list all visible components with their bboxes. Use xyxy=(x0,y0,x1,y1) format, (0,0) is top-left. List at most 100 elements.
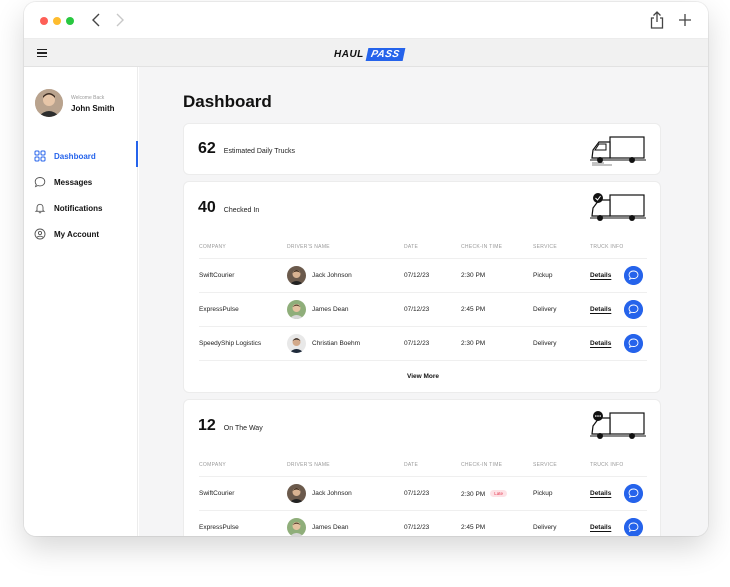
details-link[interactable]: Details xyxy=(590,524,611,531)
sidebar-item-label: Notifications xyxy=(54,203,103,213)
time-cell: 2:30 PM xyxy=(461,340,486,347)
company-cell: ExpressPulse xyxy=(199,524,239,531)
on-the-way-count: 12 xyxy=(198,417,216,434)
company-cell: SwiftCourier xyxy=(199,272,235,279)
column-header: TRUCK INFO xyxy=(590,244,624,250)
column-header: DATE xyxy=(404,244,419,250)
date-cell: 07/12/23 xyxy=(404,340,430,347)
share-icon[interactable] xyxy=(649,11,665,29)
truck-icon xyxy=(590,136,646,166)
estimated-stat: 62 Estimated Daily Trucks xyxy=(198,140,295,158)
service-cell: Pickup xyxy=(533,490,553,497)
new-tab-icon[interactable] xyxy=(677,12,693,28)
chevron-left-icon[interactable] xyxy=(90,12,104,28)
column-header: CHECK-IN TIME xyxy=(461,462,503,468)
time-cell: 2:30 PM xyxy=(461,491,486,498)
time-cell: 2:45 PM xyxy=(461,524,486,531)
sidebar-item-my-account[interactable]: My Account xyxy=(34,226,138,242)
date-cell: 07/12/23 xyxy=(404,524,430,531)
logo-part-2: PASS xyxy=(365,47,405,61)
sidebar-item-label: Messages xyxy=(54,177,93,187)
table-row: ExpressPulse James Dean 07/12/23 2:45 PM… xyxy=(199,292,647,326)
table-row: SpeedyShip Logistics Christian Boehm 07/… xyxy=(199,326,647,360)
details-link[interactable]: Details xyxy=(590,272,611,279)
details-link[interactable]: Details xyxy=(590,306,611,313)
user-name: John Smith xyxy=(71,104,115,113)
minimize-window-button[interactable] xyxy=(53,17,61,25)
chat-icon[interactable] xyxy=(624,334,643,353)
sidebar-item-label: My Account xyxy=(54,229,100,239)
date-cell: 07/12/23 xyxy=(404,306,430,313)
welcome-text: Welcome Back xyxy=(71,95,105,101)
browser-window: HAUL PASS Welcome Back John Smith Dashbo… xyxy=(24,2,708,536)
driver-name: Jack Johnson xyxy=(312,490,352,497)
column-header: SERVICE xyxy=(533,462,557,468)
column-header: DATE xyxy=(404,462,419,468)
logo-part-1: HAUL xyxy=(334,48,364,60)
sidebar-item-label: Dashboard xyxy=(54,151,96,161)
date-cell: 07/12/23 xyxy=(404,490,430,497)
bell-icon xyxy=(34,203,46,214)
details-link[interactable]: Details xyxy=(590,340,611,347)
company-cell: SwiftCourier xyxy=(199,490,235,497)
column-header: CHECK-IN TIME xyxy=(461,244,503,250)
column-header: DRIVER'S NAME xyxy=(287,462,330,468)
driver-name: Christian Boehm xyxy=(312,340,361,347)
chat-icon[interactable] xyxy=(624,266,643,285)
service-cell: Delivery xyxy=(533,306,557,313)
time-cell: 2:30 PM xyxy=(461,272,486,279)
company-cell: SpeedyShip Logistics xyxy=(199,340,262,347)
checked-in-stat: 40 Checked In xyxy=(198,199,259,217)
page-title: Dashboard xyxy=(183,92,272,111)
column-header: DRIVER'S NAME xyxy=(287,244,330,250)
driver-name: Jack Johnson xyxy=(312,272,352,279)
chat-icon[interactable] xyxy=(624,484,643,503)
service-cell: Pickup xyxy=(533,272,553,279)
chat-icon[interactable] xyxy=(624,300,643,319)
details-link[interactable]: Details xyxy=(590,490,611,497)
haulpass-logo[interactable]: HAUL PASS xyxy=(334,47,405,61)
estimated-trucks-card: 62 Estimated Daily Trucks xyxy=(183,123,661,175)
column-header: COMPANY xyxy=(199,244,227,250)
estimated-count: 62 xyxy=(198,140,216,157)
sidebar-item-dashboard[interactable]: Dashboard xyxy=(34,148,138,164)
table-divider xyxy=(199,360,647,361)
on-the-way-stat: 12 On The Way xyxy=(198,417,263,435)
grid-icon xyxy=(34,150,46,162)
chat-icon[interactable] xyxy=(624,518,643,536)
checked-in-caption: Checked In xyxy=(223,207,260,214)
menu-icon[interactable] xyxy=(37,49,47,57)
title-bar xyxy=(24,2,708,39)
truck-waiting-icon xyxy=(590,411,646,439)
active-indicator xyxy=(136,141,138,167)
on-the-way-caption: On The Way xyxy=(223,425,263,432)
service-cell: Delivery xyxy=(533,340,557,347)
service-cell: Delivery xyxy=(533,524,557,531)
avatar[interactable] xyxy=(35,89,63,117)
checked-in-count: 40 xyxy=(198,199,216,216)
table-header: COMPANY DRIVER'S NAME DATE CHECK-IN TIME… xyxy=(199,462,647,474)
on-the-way-card: 12 On The Way COMPANY DRIVER'S NAME DATE… xyxy=(183,399,661,536)
date-cell: 07/12/23 xyxy=(404,272,430,279)
chevron-right-icon[interactable] xyxy=(112,12,126,28)
truck-checked-icon xyxy=(590,193,646,221)
driver-avatar xyxy=(287,266,306,285)
table-row: ExpressPulse James Dean 07/12/23 2:45 PM… xyxy=(199,510,647,536)
table-row: SwiftCourier Jack Johnson 07/12/23 2:30 … xyxy=(199,476,647,510)
message-icon xyxy=(34,177,46,188)
column-header: SERVICE xyxy=(533,244,557,250)
main-content: Dashboard 62 Estimated Daily Trucks 40 C… xyxy=(139,67,708,536)
close-window-button[interactable] xyxy=(40,17,48,25)
checked-in-card: 40 Checked In COMPANY DRIVER'S NAME DATE… xyxy=(183,181,661,393)
table-header: COMPANY DRIVER'S NAME DATE CHECK-IN TIME… xyxy=(199,244,647,256)
time-cell: 2:45 PM xyxy=(461,306,486,313)
account-icon xyxy=(34,228,46,240)
driver-name: James Dean xyxy=(312,306,349,313)
sidebar: Welcome Back John Smith Dashboard Messag… xyxy=(24,67,138,536)
view-more-button[interactable]: View More xyxy=(184,373,662,380)
sidebar-item-notifications[interactable]: Notifications xyxy=(34,200,138,216)
table-row: SwiftCourier Jack Johnson 07/12/23 2:30 … xyxy=(199,258,647,292)
driver-name: James Dean xyxy=(312,524,349,531)
sidebar-item-messages[interactable]: Messages xyxy=(34,174,138,190)
maximize-window-button[interactable] xyxy=(66,17,74,25)
